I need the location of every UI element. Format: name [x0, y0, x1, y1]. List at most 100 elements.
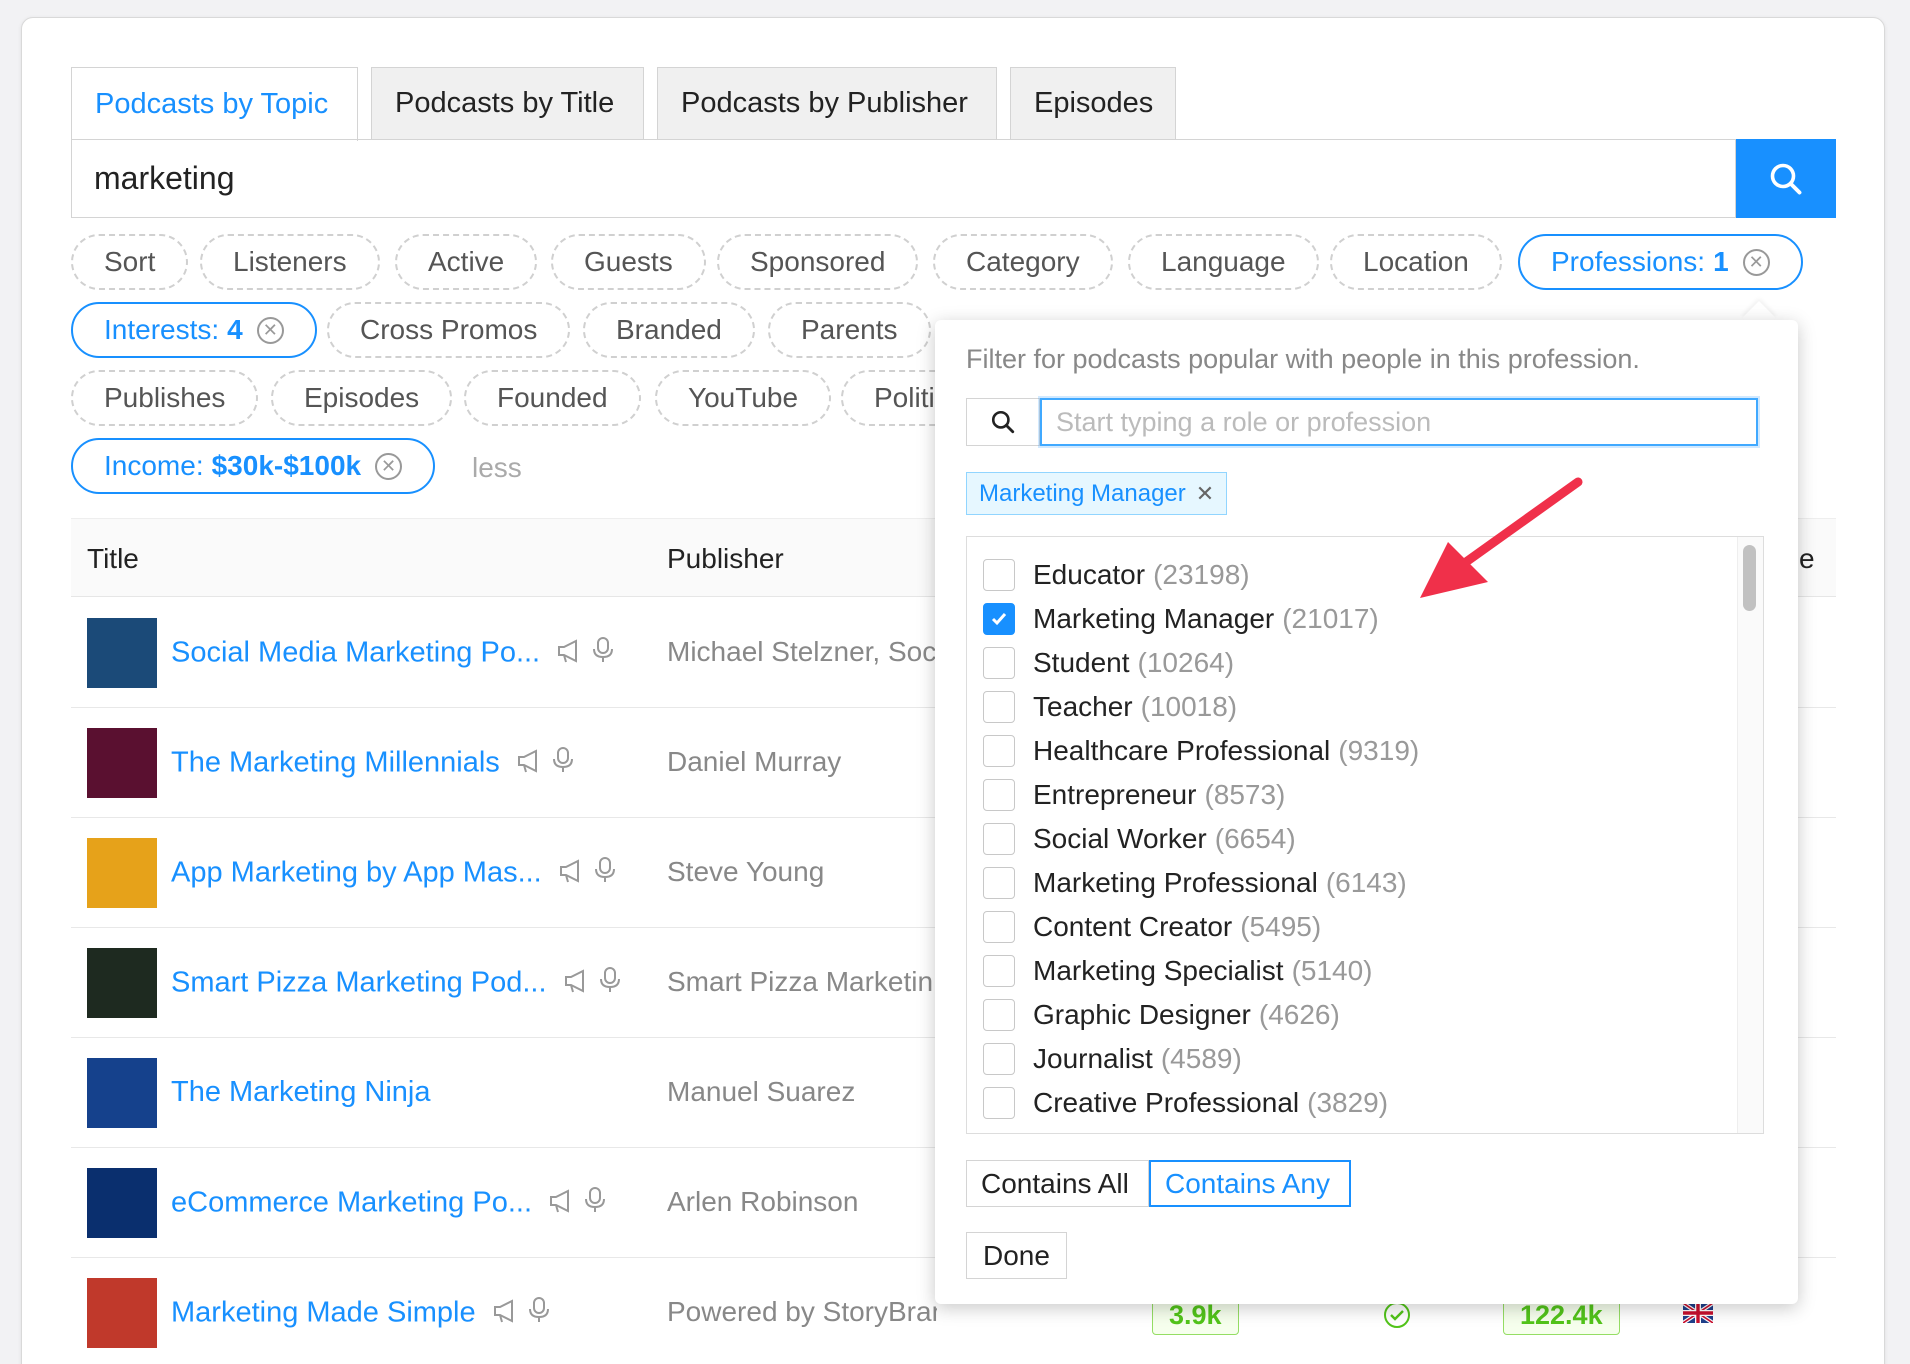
filter-youtube[interactable]: YouTube [655, 370, 832, 426]
search-input[interactable]: marketing [71, 139, 1736, 218]
done-button[interactable]: Done [966, 1232, 1067, 1279]
profession-checkbox[interactable] [983, 779, 1015, 811]
filter-professions[interactable]: Professions: 1 ✕ [1518, 234, 1803, 290]
col-title[interactable]: Title [87, 543, 139, 575]
tab-podcasts-by-title[interactable]: Podcasts by Title [371, 67, 644, 139]
podcast-cover[interactable] [87, 838, 157, 908]
profession-checkbox[interactable] [983, 823, 1015, 855]
publisher-name[interactable]: Smart Pizza Marketin [667, 966, 937, 998]
podcast-title-link[interactable]: Social Media Marketing Po... [171, 636, 614, 672]
scrollbar-thumb[interactable] [1743, 545, 1756, 611]
profession-option[interactable]: Marketing Specialist (5140) [983, 951, 1373, 991]
profession-checkbox[interactable] [983, 691, 1015, 723]
podcast-cover[interactable] [87, 1168, 157, 1238]
contains-any-button[interactable]: Contains Any [1149, 1160, 1351, 1207]
publisher-name[interactable]: Manuel Suarez [667, 1076, 937, 1108]
profession-checkbox[interactable] [983, 735, 1015, 767]
podcast-title-link[interactable]: The Marketing Ninja [171, 1076, 431, 1109]
popup-search-button[interactable] [966, 398, 1040, 446]
profession-option[interactable]: Marketing Professional (6143) [983, 863, 1407, 903]
tab-episodes[interactable]: Episodes [1010, 67, 1176, 139]
podcast-cover[interactable] [87, 728, 157, 798]
publisher-name[interactable]: Steve Young [667, 856, 937, 888]
profession-checkbox[interactable] [983, 1043, 1015, 1075]
profession-option[interactable]: Creative Professional (3829) [983, 1083, 1388, 1123]
profession-option[interactable]: Marketing Manager (21017) [983, 599, 1379, 639]
podcast-title-link[interactable]: The Marketing Millennials [171, 746, 574, 782]
profession-checkbox[interactable] [983, 559, 1015, 591]
profession-search-input[interactable]: Start typing a role or profession [1040, 398, 1758, 446]
profession-checkbox[interactable] [983, 867, 1015, 899]
profession-label: Graphic Designer [1033, 999, 1251, 1030]
filter-publishes[interactable]: Publishes [71, 370, 259, 426]
publisher-name[interactable]: Powered by StoryBrand [667, 1296, 937, 1328]
remove-tag-icon[interactable]: ✕ [1196, 481, 1214, 507]
profession-label: Social Worker [1033, 823, 1207, 854]
search-button[interactable] [1736, 139, 1836, 218]
profession-checkbox[interactable] [983, 1087, 1015, 1119]
filter-language[interactable]: Language [1128, 234, 1319, 290]
title-icons [556, 636, 614, 672]
list-scrollbar[interactable] [1737, 537, 1763, 1133]
filter-location[interactable]: Location [1330, 234, 1502, 290]
clear-interests-icon[interactable]: ✕ [256, 316, 284, 344]
publisher-name[interactable]: Arlen Robinson [667, 1186, 937, 1218]
professions-popup: Filter for podcasts popular with people … [935, 320, 1798, 1304]
less-link[interactable]: less [472, 452, 522, 484]
profession-count: (3829) [1307, 1087, 1389, 1118]
podcast-cover[interactable] [87, 1278, 157, 1348]
profession-option[interactable]: Educator (23198) [983, 555, 1250, 595]
col-partial[interactable]: e [1799, 543, 1815, 575]
profession-option[interactable]: Social Worker (6654) [983, 819, 1296, 859]
filter-cross-promos[interactable]: Cross Promos [327, 302, 571, 358]
podcast-title-link[interactable]: Marketing Made Simple [171, 1296, 550, 1332]
profession-option[interactable]: Teacher (10018) [983, 687, 1237, 727]
profession-checkbox[interactable] [983, 647, 1015, 679]
podcast-title-link[interactable]: eCommerce Marketing Po... [171, 1186, 606, 1222]
clear-income-icon[interactable]: ✕ [375, 452, 403, 480]
filter-income-label: Income: [104, 450, 204, 481]
active-check-icon [1384, 1302, 1410, 1328]
profession-checkbox[interactable] [983, 911, 1015, 943]
title-icons [548, 1186, 606, 1222]
tab-podcasts-by-topic[interactable]: Podcasts by Topic [71, 67, 358, 141]
filter-branded[interactable]: Branded [583, 302, 755, 358]
contains-all-button[interactable]: Contains All [966, 1160, 1149, 1207]
profession-checkbox[interactable] [983, 603, 1015, 635]
filter-guests[interactable]: Guests [551, 234, 706, 290]
search-icon [991, 410, 1015, 434]
profession-list[interactable]: Educator (23198) Marketing Manager (21017) S… [966, 536, 1764, 1134]
profession-count: (4626) [1258, 999, 1340, 1030]
clear-professions-icon[interactable]: ✕ [1742, 248, 1770, 276]
col-publisher[interactable]: Publisher [667, 543, 784, 575]
filter-sponsored-label: Sponsored [750, 246, 886, 277]
filter-founded[interactable]: Founded [464, 370, 641, 426]
filter-listeners[interactable]: Listeners [200, 234, 380, 290]
tab-podcasts-by-publisher[interactable]: Podcasts by Publisher [657, 67, 997, 139]
podcast-cover[interactable] [87, 618, 157, 688]
profession-option[interactable]: Graphic Designer (4626) [983, 995, 1340, 1035]
filter-income[interactable]: Income: $30k-$100k ✕ [71, 438, 436, 494]
megaphone-icon [517, 749, 537, 773]
profession-checkbox[interactable] [983, 955, 1015, 987]
publisher-name[interactable]: Daniel Murray [667, 746, 937, 778]
filter-professions-count: 1 [1713, 246, 1729, 277]
filter-sponsored[interactable]: Sponsored [717, 234, 919, 290]
profession-option[interactable]: Healthcare Professional (9319) [983, 731, 1419, 771]
podcast-title-link[interactable]: Smart Pizza Marketing Pod... [171, 966, 621, 1002]
podcast-cover[interactable] [87, 948, 157, 1018]
filter-parents[interactable]: Parents [768, 302, 931, 358]
profession-option[interactable]: Student (10264) [983, 643, 1234, 683]
publisher-name[interactable]: Michael Stelzner, Soc [667, 636, 937, 668]
filter-active[interactable]: Active [395, 234, 538, 290]
filter-sort[interactable]: Sort [71, 234, 189, 290]
filter-interests[interactable]: Interests: 4 ✕ [71, 302, 317, 358]
profession-checkbox[interactable] [983, 999, 1015, 1031]
filter-category[interactable]: Category [933, 234, 1113, 290]
profession-option[interactable]: Content Creator (5495) [983, 907, 1321, 947]
profession-option[interactable]: Journalist (4589) [983, 1039, 1242, 1079]
profession-option[interactable]: Entrepreneur (8573) [983, 775, 1285, 815]
filter-episodes[interactable]: Episodes [271, 370, 453, 426]
podcast-title-link[interactable]: App Marketing by App Mas... [171, 856, 616, 892]
podcast-cover[interactable] [87, 1058, 157, 1128]
